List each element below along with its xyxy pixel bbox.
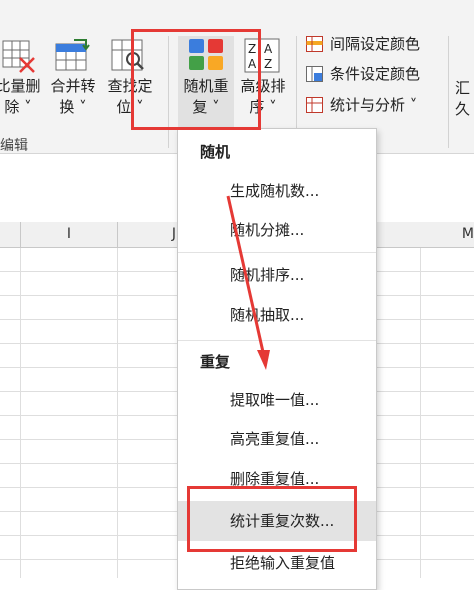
arrow-head: [257, 350, 270, 370]
annotation-arrow: [226, 195, 270, 370]
arrow-shaft: [226, 195, 265, 353]
